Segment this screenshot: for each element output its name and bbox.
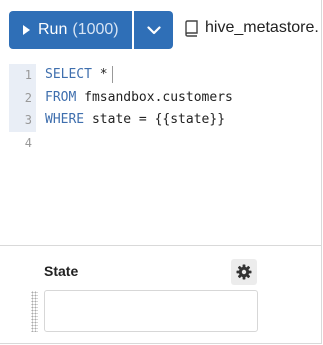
line-number: 3 [9, 109, 36, 132]
run-button[interactable]: Run (1000) [9, 11, 132, 49]
line-number-gutter: 1 2 3 4 [9, 64, 36, 154]
run-label: Run [38, 21, 68, 38]
book-icon [185, 19, 198, 37]
line-number: 1 [9, 64, 36, 87]
database-name: hive_metastore. [205, 19, 319, 36]
database-selector[interactable]: hive_metastore. [184, 19, 322, 37]
sql-keyword: SELECT [45, 67, 92, 82]
gear-icon [236, 264, 252, 280]
line-number: 2 [9, 86, 36, 109]
parameter-label: State [44, 263, 79, 279]
run-limit: (1000) [72, 21, 119, 38]
panel-divider [0, 245, 322, 246]
code-line: SELECT * [45, 64, 319, 87]
code-area[interactable]: SELECT * FROM fmsandbox.customers WHERE … [45, 64, 319, 154]
query-editor-panel: Run (1000) hive_metastore. 1 2 3 4 SELEC… [0, 0, 322, 344]
parameter-settings-button[interactable] [231, 259, 257, 285]
play-icon [23, 25, 30, 35]
state-parameter-input[interactable] [44, 290, 258, 332]
line-number: 4 [24, 135, 32, 150]
text-cursor [111, 66, 113, 83]
sql-text: * [91, 67, 108, 82]
run-options-button[interactable] [134, 11, 173, 49]
chevron-down-icon [146, 25, 161, 34]
sql-text: fmsandbox.customers [76, 89, 233, 105]
sql-keyword: WHERE [45, 112, 85, 127]
sql-editor[interactable]: 1 2 3 4 SELECT * FROM fmsandbox.customer… [9, 64, 319, 154]
sql-keyword: FROM [45, 89, 77, 105]
drag-handle-icon[interactable] [31, 291, 38, 332]
run-button-group: Run (1000) [9, 11, 173, 49]
code-line: WHERE state = {{state}} [45, 109, 319, 132]
code-line: FROM fmsandbox.customers [45, 87, 319, 110]
sql-text: state = {{state}} [84, 112, 226, 127]
